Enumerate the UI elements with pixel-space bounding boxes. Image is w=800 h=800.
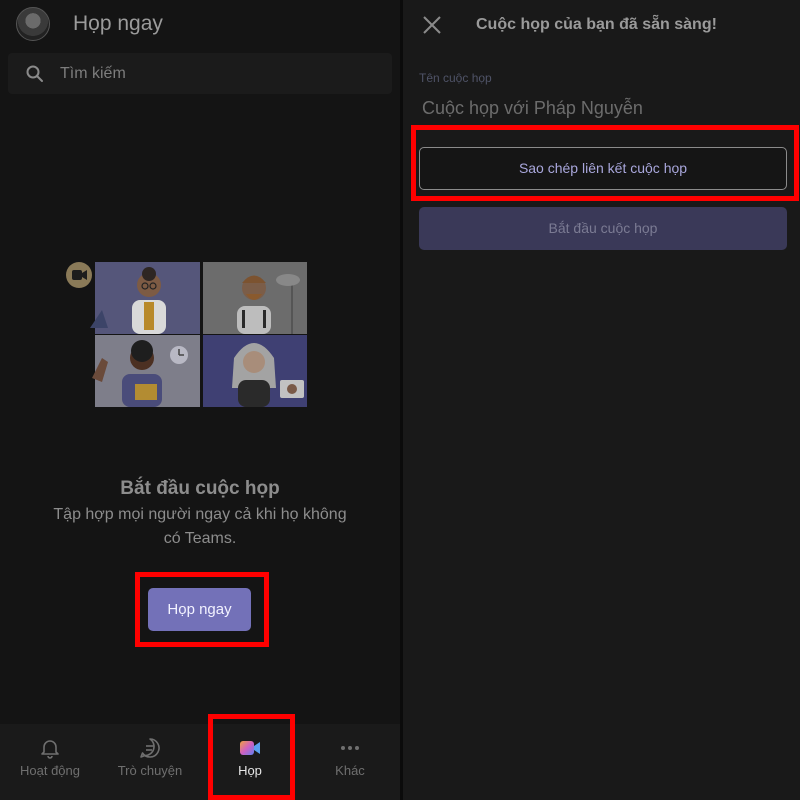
meet-now-screen: Họp ngay Tìm kiếm Bắt đầu cuộc họp Tập h… [0,0,400,800]
app-header: Họp ngay [0,0,400,50]
meeting-illustration [66,262,307,407]
search-icon [26,65,43,82]
empty-state-description: Tập hợp mọi người ngay cả khi họ không c… [53,506,347,547]
nav-item-chat[interactable]: Trò chuyện [100,724,200,800]
start-meeting-button[interactable]: Bắt đầu cuộc họp [419,207,787,250]
bell-icon [41,740,59,759]
user-avatar[interactable] [16,7,50,41]
highlight-box [208,714,295,800]
meet-now-button[interactable]: Họp ngay [148,588,251,631]
chat-icon [140,738,160,758]
meeting-name-label: Tên cuộc họp [419,71,492,85]
close-icon[interactable] [421,14,443,36]
empty-state-title: Bắt đầu cuộc họp [120,478,280,499]
more-icon [341,746,359,750]
meeting-name-field[interactable]: Cuộc họp với Pháp Nguyễn [422,98,643,119]
page-title: Họp ngay [73,12,163,35]
nav-label-more: Khác [335,763,365,778]
nav-label-chat: Trò chuyện [117,763,183,778]
search-placeholder: Tìm kiếm [60,65,126,82]
nav-item-activity[interactable]: Hoạt động [0,724,100,800]
dialog-title: Cuộc họp của bạn đã sẵn sàng! [476,16,717,33]
copy-meeting-link-button[interactable]: Sao chép liên kết cuộc họp [419,147,787,190]
search-bar[interactable]: Tìm kiếm [8,53,392,94]
nav-item-more[interactable]: Khác [300,724,400,800]
bottom-navigation: Hoạt động Trò chuyện Họp Khác [0,724,400,800]
meeting-ready-dialog: Cuộc họp của bạn đã sẵn sàng! Tên cuộc h… [400,0,800,800]
nav-label-activity: Hoạt động [20,763,80,778]
